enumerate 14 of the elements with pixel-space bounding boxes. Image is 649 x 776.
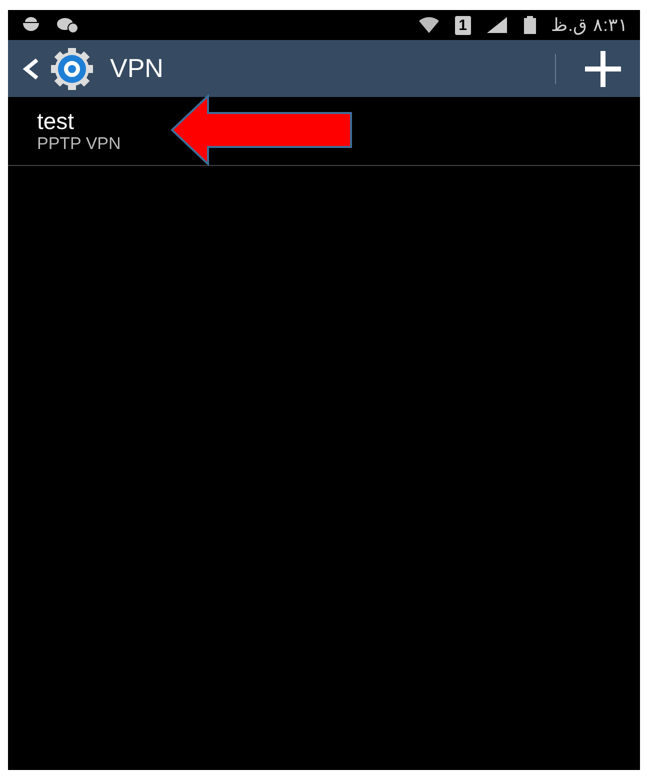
back-chevron-icon	[22, 56, 40, 80]
gear-icon	[48, 46, 96, 90]
chat-alert-icon	[56, 16, 78, 34]
vpn-name: test	[37, 108, 76, 134]
wifi-icon	[416, 15, 441, 35]
back-button[interactable]	[22, 46, 96, 90]
plus-icon	[583, 48, 623, 88]
clock-time: ٨:٣١	[592, 14, 628, 36]
am-pm-text: ق.ظ	[550, 14, 587, 37]
screen-title: VPN	[110, 52, 164, 85]
battery-icon	[522, 15, 537, 35]
vpn-type: PPTP VPN	[37, 134, 122, 154]
signal-icon	[484, 15, 509, 35]
sim-indicator: 1	[454, 16, 471, 34]
